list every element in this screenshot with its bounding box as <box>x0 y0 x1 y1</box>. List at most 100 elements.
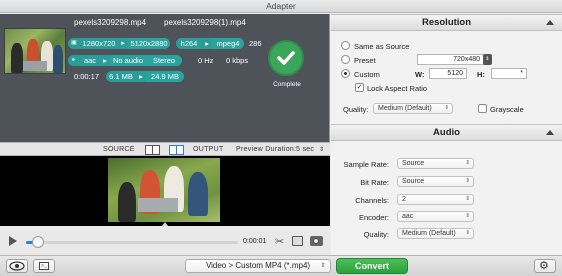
collapse-icon[interactable] <box>546 130 554 135</box>
video-quality-value: Medium (Default) <box>378 105 432 112</box>
audio-channels[interactable]: Stereo <box>146 55 182 66</box>
arrow-right-icon: ▸ <box>136 71 146 82</box>
chevron-updown-icon[interactable]: ⇕ <box>483 54 492 65</box>
complete-status-icon <box>268 40 304 76</box>
grayscale-checkbox[interactable] <box>478 104 487 113</box>
video-thumbnail[interactable] <box>4 28 66 74</box>
chevron-updown-icon: ⇕ <box>465 213 470 219</box>
audio-quality-label: Quality: <box>363 230 389 239</box>
convert-button[interactable]: Convert <box>336 258 408 274</box>
chevron-updown-icon: ⇕ <box>465 196 470 202</box>
width-label: W: <box>415 70 425 79</box>
custom-radio[interactable] <box>341 69 350 78</box>
chevron-updown-icon: ⇕ <box>465 178 470 184</box>
trim-icon[interactable]: ✂ <box>275 235 284 248</box>
source-filename: pexels3209298.mp4 <box>74 18 147 27</box>
audio-section-header[interactable]: Audio <box>331 124 562 141</box>
encoder-value: aac <box>402 213 414 220</box>
chevron-updown-icon: ⇕ <box>465 160 470 166</box>
sample-rate-select[interactable]: Source ⇕ <box>397 158 474 169</box>
arrow-right-icon: ▸ <box>100 55 110 66</box>
chevron-updown-icon: ⇕ <box>444 105 449 111</box>
bit-rate-value: Source <box>402 178 425 185</box>
video-preview[interactable] <box>0 156 330 226</box>
preset-radio[interactable] <box>341 55 350 64</box>
source-video-codec: h264 <box>176 38 202 49</box>
source-audio-codec: aac <box>80 55 100 66</box>
window-title: Adapter <box>0 0 562 13</box>
settings-panel: Resolution Same as Source Preset 720x480… <box>331 14 562 255</box>
complete-status-label: Complete <box>273 81 301 88</box>
progress-knob[interactable] <box>31 236 44 248</box>
audio-sample-rate: 0 Hz <box>198 56 214 65</box>
camera-icon[interactable] <box>310 236 323 246</box>
source-resolution: 1280x720 <box>80 38 118 49</box>
bit-rate-label: Bit Rate: <box>360 178 389 187</box>
audio-bitrate: 0 kbps <box>226 56 249 65</box>
output-audio[interactable]: No audio <box>110 55 146 66</box>
speaker-icon: ▸ <box>68 55 80 66</box>
gear-icon: ⚙ <box>539 260 549 272</box>
same-as-source-label: Same as Source <box>354 42 410 51</box>
video-quality-select[interactable]: Medium (Default) ⇕ <box>373 103 453 114</box>
output-resolution[interactable]: 5120x2880 <box>128 38 170 49</box>
audio-title: Audio <box>433 127 460 138</box>
resolution-title: Resolution <box>421 17 472 28</box>
chevron-updown-icon: ⇕ <box>465 230 470 236</box>
duration: 0:00:17 <box>74 72 100 81</box>
output-format-select[interactable]: Video > Custom MP4 (*.mp4) ⇕ <box>185 259 331 273</box>
sample-rate-label: Sample Rate: <box>343 160 389 169</box>
source-size: 6.1 MB <box>106 71 136 82</box>
split-view-icon[interactable] <box>145 145 160 155</box>
output-filename[interactable]: pexels3209298(1).mp4 <box>164 18 246 27</box>
arrow-right-icon: ▸ <box>202 38 212 49</box>
chevron-updown-icon: ⇕ <box>320 263 326 269</box>
video-quality-label: Quality: <box>343 105 369 114</box>
terminal-icon: >_ <box>39 262 49 270</box>
audio-quality-value: Medium (Default) <box>402 230 456 237</box>
play-icon[interactable] <box>9 236 17 246</box>
preview-toolbar: SOURCE OUTPUT Preview Duration: 5 sec ⇕ <box>0 142 330 156</box>
arrow-right-icon: ▸ <box>118 38 128 49</box>
width-field[interactable]: 5120 <box>429 68 467 79</box>
bottom-toolbar: >_ Video > Custom MP4 (*.mp4) ⇕ Convert … <box>0 255 562 276</box>
playback-bar: 0:00:01 ✂ <box>0 226 330 256</box>
side-by-side-view-icon[interactable] <box>169 145 184 155</box>
settings-button[interactable]: ⚙ <box>534 259 556 273</box>
encoder-label: Encoder: <box>358 213 389 222</box>
file-card[interactable]: pexels3209298.mp4 pexels3209298(1).mp4 ▣… <box>0 14 330 142</box>
adapter-window: Adapter pexels3209298.mp4 pexels3209298(… <box>0 0 562 276</box>
video-bitrate: 286 <box>249 39 262 48</box>
same-as-source-radio[interactable] <box>341 41 350 50</box>
preview-duration-select[interactable]: 5 sec <box>296 145 314 155</box>
lock-aspect-label: Lock Aspect Ratio <box>367 84 428 93</box>
collapse-icon[interactable] <box>546 20 554 25</box>
source-tab[interactable]: SOURCE <box>103 145 135 155</box>
height-field[interactable]: * <box>491 68 527 79</box>
output-size: 24.9 MB <box>146 71 184 82</box>
grayscale-label: Grayscale <box>490 105 524 114</box>
channels-value: 2 <box>402 196 406 203</box>
channels-label: Channels: <box>355 196 389 205</box>
lock-aspect-checkbox[interactable]: ✓ <box>355 83 364 92</box>
channels-select[interactable]: 2 ⇕ <box>397 194 474 205</box>
bit-rate-select[interactable]: Source ⇕ <box>397 176 474 187</box>
audio-quality-select[interactable]: Medium (Default) ⇕ <box>397 228 474 239</box>
compare-icon[interactable] <box>292 236 303 246</box>
chevron-updown-icon[interactable]: ⇕ <box>319 145 324 155</box>
log-console-button[interactable]: >_ <box>33 259 55 273</box>
playback-progress[interactable] <box>26 241 238 244</box>
preset-select[interactable]: 720x480 <box>417 54 484 65</box>
playback-time: 0:00:01 <box>243 238 267 245</box>
output-video-codec[interactable]: mpeg4 <box>212 38 244 49</box>
preview-toggle-button[interactable] <box>6 259 28 273</box>
preset-label: Preset <box>354 56 376 65</box>
output-tab[interactable]: OUTPUT <box>193 145 224 155</box>
encoder-select[interactable]: aac ⇕ <box>397 211 474 222</box>
video-frame <box>108 158 220 222</box>
resolution-section-header[interactable]: Resolution <box>331 14 562 31</box>
custom-label: Custom <box>354 70 380 79</box>
eye-icon <box>9 261 25 271</box>
preview-duration-label: Preview Duration: <box>236 146 297 153</box>
output-format-value: Video > Custom MP4 (*.mp4) <box>205 261 311 270</box>
